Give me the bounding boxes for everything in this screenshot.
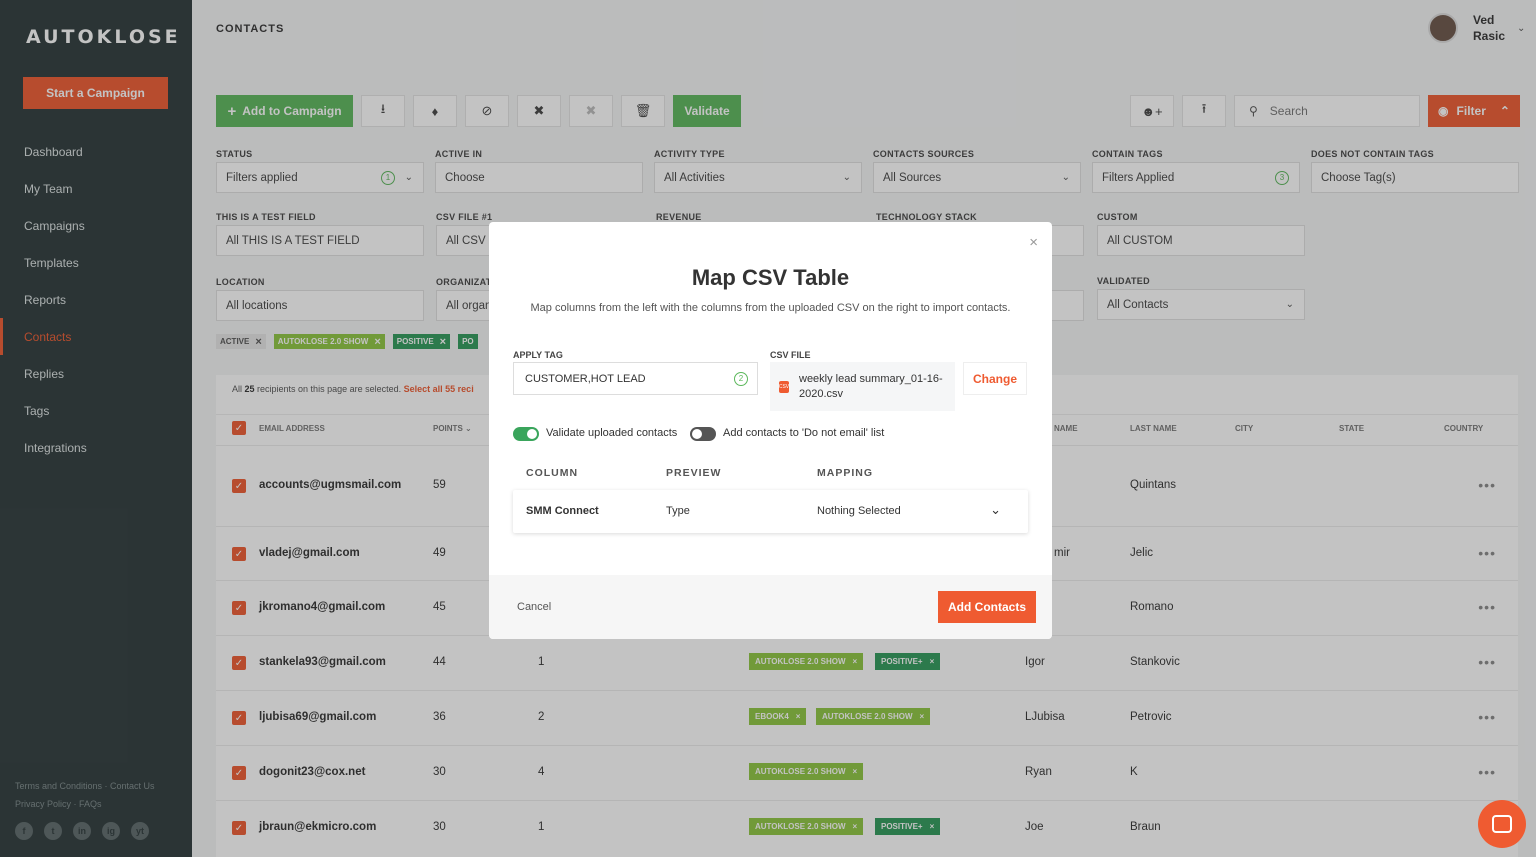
mapping-select-value: Nothing Selected <box>817 505 901 517</box>
column-header-mapping: MAPPING <box>817 467 874 479</box>
chat-icon <box>1492 815 1512 833</box>
csv-file-icon: CSV <box>779 380 789 393</box>
modal-subtitle: Map columns from the left with the colum… <box>530 302 1011 314</box>
csv-file-label: CSV FILE <box>770 350 811 360</box>
csv-file-name: weekly lead summary_01-16- 2020.csv <box>799 372 943 402</box>
modal-footer: Cancel Add Contacts <box>489 575 1052 639</box>
change-file-button[interactable]: Change <box>963 362 1027 395</box>
mapping-column: SMM Connect <box>526 505 599 517</box>
column-header-column: COLUMN <box>526 467 579 479</box>
map-csv-modal: × Map CSV Table Map columns from the lef… <box>489 222 1052 639</box>
cancel-button[interactable]: Cancel <box>517 601 551 613</box>
mapping-row: SMM Connect Type Nothing Selected ⌄ <box>513 490 1028 533</box>
apply-tag-label: APPLY TAG <box>513 350 563 360</box>
csv-file-box: CSV weekly lead summary_01-16- 2020.csv <box>770 362 955 411</box>
add-contacts-button[interactable]: Add Contacts <box>938 591 1036 623</box>
modal-title: Map CSV Table <box>691 265 850 290</box>
validate-toggle[interactable] <box>513 427 539 441</box>
apply-tag-count: 2 <box>734 371 748 386</box>
do-not-email-toggle-label: Add contacts to 'Do not email' list <box>723 427 885 439</box>
do-not-email-toggle[interactable] <box>690 427 716 441</box>
column-header-preview: PREVIEW <box>666 467 722 479</box>
apply-tag-value: CUSTOMER,HOT LEAD <box>525 372 646 385</box>
mapping-select[interactable]: Nothing Selected ⌄ <box>817 502 1017 517</box>
chat-widget-button[interactable] <box>1478 800 1526 848</box>
chevron-down-icon: ⌄ <box>990 502 1001 517</box>
csv-file-name-line-1: weekly lead summary_01-16- <box>799 372 943 385</box>
validate-toggle-label: Validate uploaded contacts <box>546 427 678 439</box>
csv-file-name-line-2: 2020.csv <box>799 387 844 400</box>
apply-tag-input[interactable]: CUSTOMER,HOT LEAD 2 <box>513 362 758 395</box>
mapping-preview: Type <box>666 505 690 517</box>
close-icon[interactable]: × <box>1029 234 1038 251</box>
